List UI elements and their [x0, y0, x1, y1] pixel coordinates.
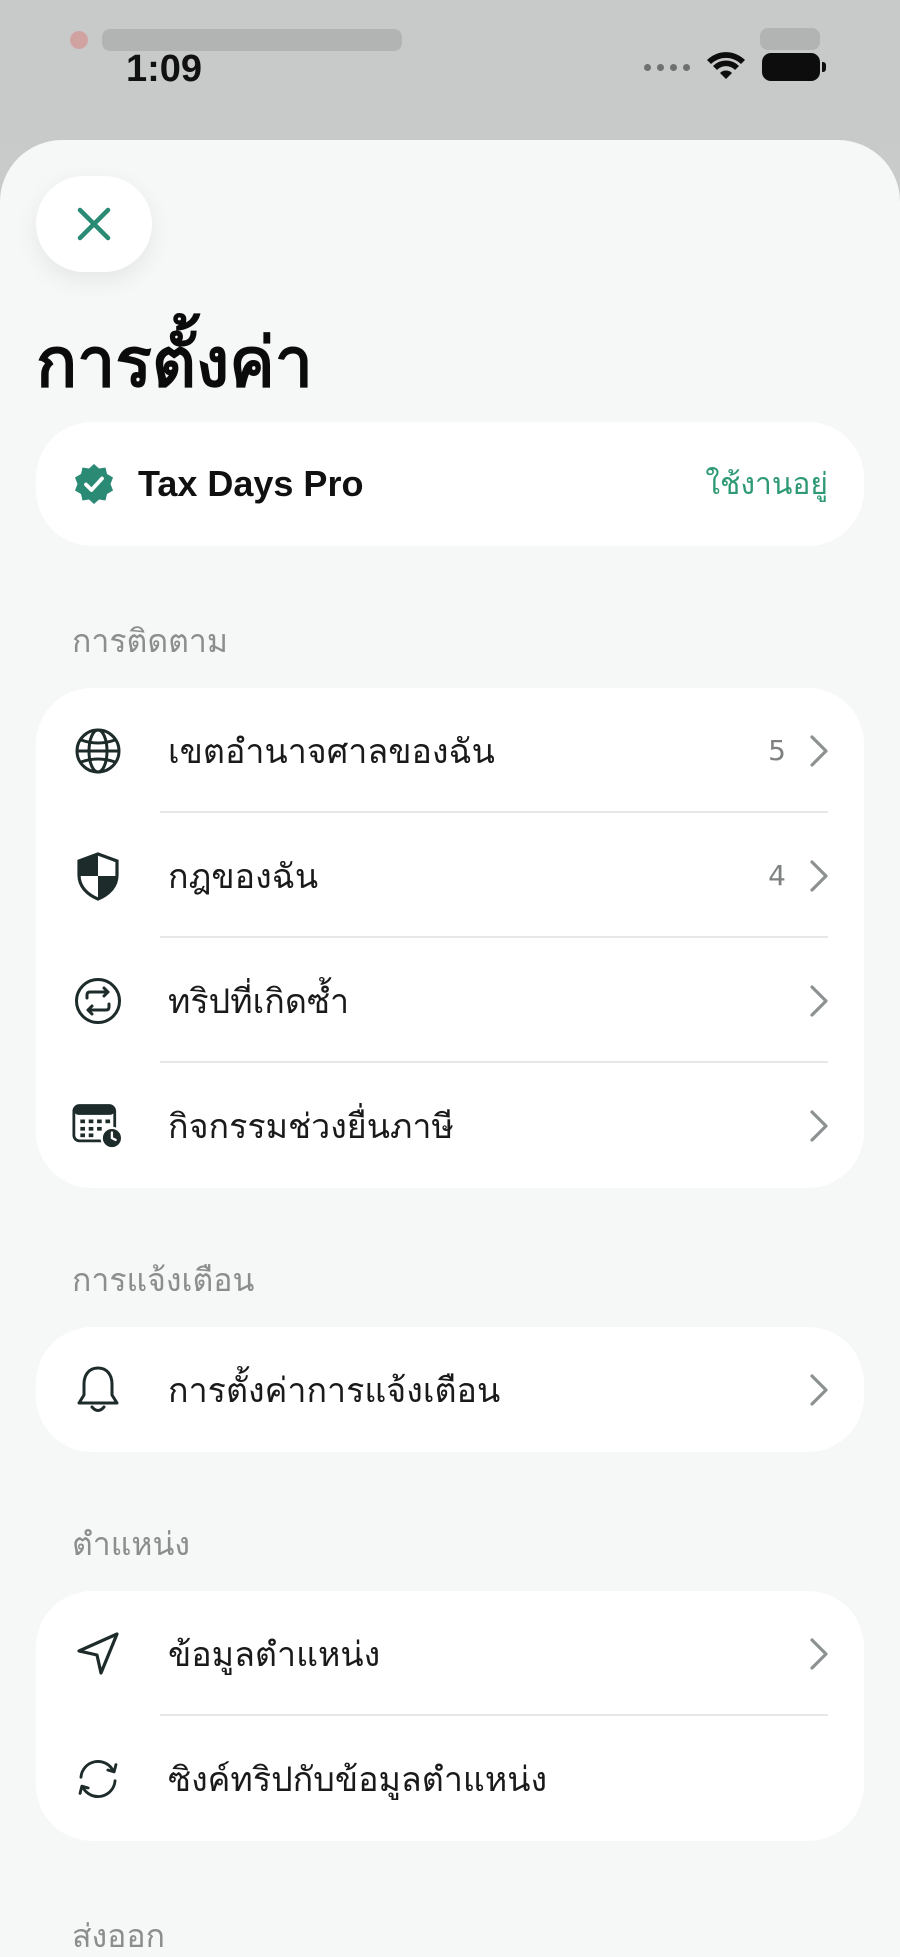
chevron-right-icon	[810, 1637, 828, 1670]
repeat-icon	[72, 975, 124, 1027]
row-label: กฎของฉัน	[168, 856, 319, 897]
pro-subscription-card[interactable]: Tax Days Pro ใช้งานอยู่	[36, 422, 864, 546]
row-label: เขตอำนาจศาลของฉัน	[168, 731, 495, 772]
row-count: 5	[768, 734, 786, 767]
status-icons	[644, 52, 826, 82]
row-recurring-trips[interactable]: ทริปที่เกิดซ้ำ	[36, 938, 864, 1063]
row-location-data[interactable]: ข้อมูลตำแหน่ง	[36, 1591, 864, 1716]
bell-icon	[72, 1364, 124, 1416]
status-time: 1:09	[126, 48, 203, 90]
sync-icon	[72, 1753, 124, 1805]
close-button[interactable]	[36, 176, 152, 272]
close-icon	[77, 207, 111, 241]
row-tax-filing-events[interactable]: กิจกรรมช่วงยื่นภาษี	[36, 1063, 864, 1188]
row-sync-trips-location[interactable]: ซิงค์ทริปกับข้อมูลตำแหน่ง	[36, 1716, 864, 1841]
pro-name: Tax Days Pro	[138, 463, 364, 504]
settings-sheet: การตั้งค่า Tax Days Pro ใช้งานอยู่ การติ…	[0, 140, 900, 1957]
row-label: ซิงค์ทริปกับข้อมูลตำแหน่ง	[168, 1759, 548, 1800]
row-my-rules[interactable]: กฎของฉัน 4	[36, 813, 864, 938]
pro-status: ใช้งานอยู่	[705, 466, 828, 502]
wifi-icon	[707, 52, 745, 79]
section-label-notifications: การแจ้งเตือน	[72, 1261, 255, 1299]
shield-icon	[72, 850, 124, 902]
row-notification-settings[interactable]: การตั้งค่าการแจ้งเตือน	[36, 1327, 864, 1452]
row-jurisdictions[interactable]: เขตอำนาจศาลของฉัน 5	[36, 688, 864, 813]
chevron-right-icon	[810, 859, 828, 892]
tracking-card: เขตอำนาจศาลของฉัน 5 กฎของฉัน 4 ทริปที่เก…	[36, 688, 864, 1188]
row-label: การตั้งค่าการแจ้งเตือน	[168, 1370, 501, 1411]
page-title: การตั้งค่า	[36, 325, 313, 401]
chevron-right-icon	[810, 1373, 828, 1406]
section-label-tracking: การติดตาม	[72, 622, 228, 660]
cellular-signal-icon	[644, 63, 690, 71]
globe-icon	[72, 725, 124, 777]
location-arrow-icon	[72, 1628, 124, 1680]
row-label: กิจกรรมช่วงยื่นภาษี	[168, 1106, 454, 1147]
row-count: 4	[768, 859, 786, 892]
calendar-clock-icon	[72, 1100, 124, 1152]
battery-icon	[762, 53, 826, 81]
chevron-right-icon	[810, 734, 828, 767]
row-label: ข้อมูลตำแหน่ง	[168, 1634, 381, 1675]
status-bar: 1:09	[0, 0, 900, 140]
section-label-location: ตำแหน่ง	[72, 1525, 190, 1563]
chevron-right-icon	[810, 1109, 828, 1142]
notifications-card: การตั้งค่าการแจ้งเตือน	[36, 1327, 864, 1452]
verified-badge-icon	[75, 464, 113, 504]
chevron-right-icon	[810, 984, 828, 1017]
section-label-export: ส่งออก	[72, 1917, 165, 1955]
row-label: ทริปที่เกิดซ้ำ	[168, 981, 350, 1022]
location-card: ข้อมูลตำแหน่ง ซิงค์ทริปกับข้อมูลตำแหน่ง	[36, 1591, 864, 1841]
